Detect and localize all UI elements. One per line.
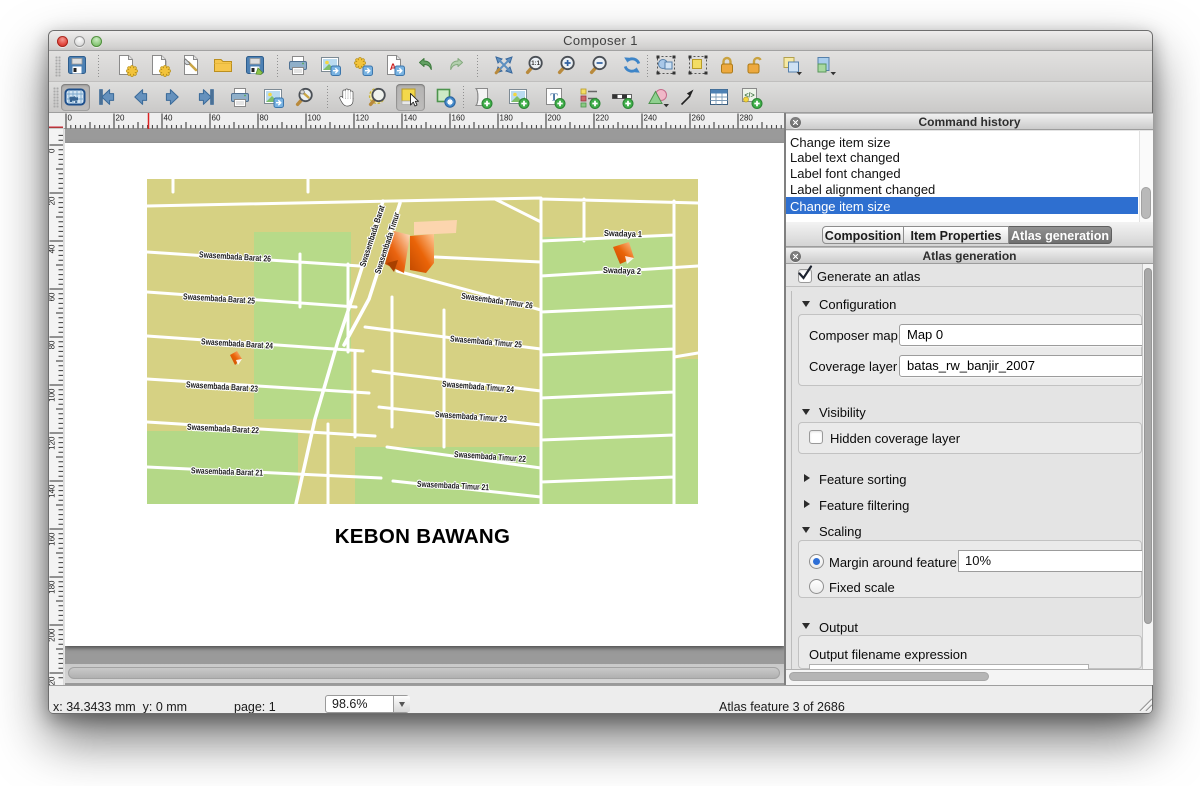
svg-text:0: 0	[49, 148, 57, 153]
svg-text:220: 220	[49, 676, 57, 685]
svg-text:0: 0	[68, 114, 73, 123]
svg-text:40: 40	[164, 114, 173, 123]
svg-text:280: 280	[740, 114, 754, 123]
svg-text:Swadaya 2: Swadaya 2	[603, 265, 642, 276]
svg-text:260: 260	[692, 114, 706, 123]
svg-text:20: 20	[49, 196, 57, 205]
svg-text:180: 180	[500, 114, 514, 123]
svg-text:40: 40	[49, 244, 57, 253]
svg-text:140: 140	[404, 114, 418, 123]
svg-text:200: 200	[49, 628, 57, 642]
svg-text:140: 140	[49, 484, 57, 498]
svg-text:100: 100	[308, 114, 322, 123]
svg-text:120: 120	[49, 436, 57, 450]
svg-text:180: 180	[49, 580, 57, 594]
svg-text:200: 200	[548, 114, 562, 123]
svg-text:160: 160	[49, 532, 57, 546]
svg-text:Swadaya 1: Swadaya 1	[604, 228, 643, 239]
svg-text:120: 120	[356, 114, 370, 123]
svg-text:60: 60	[212, 114, 221, 123]
svg-text:20: 20	[116, 114, 125, 123]
svg-text:220: 220	[596, 114, 610, 123]
svg-text:100: 100	[49, 388, 57, 402]
svg-text:80: 80	[260, 114, 269, 123]
svg-text:160: 160	[452, 114, 466, 123]
svg-text:80: 80	[49, 340, 57, 349]
svg-text:1:1: 1:1	[531, 61, 540, 67]
svg-text:60: 60	[49, 292, 57, 301]
svg-text:240: 240	[644, 114, 658, 123]
